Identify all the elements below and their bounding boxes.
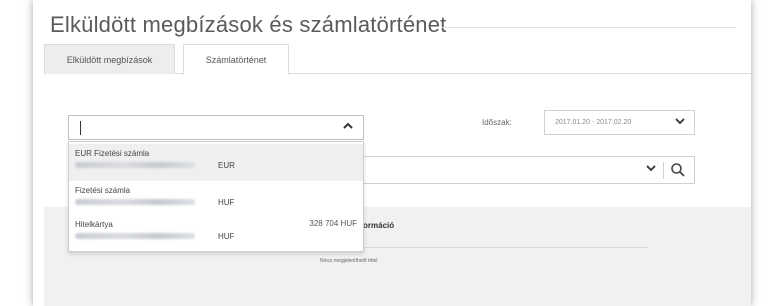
- empty-message: Nincs megjeleníthető tétel: [320, 258, 378, 264]
- option-name: Fizetési számla: [75, 186, 131, 195]
- account-option-eur[interactable]: EUR Fizetési számla EUR: [69, 144, 363, 181]
- tab-bar: Elküldött megbízások Számlatörténet: [44, 44, 751, 75]
- search-icon[interactable]: [670, 162, 686, 178]
- chevron-down-icon[interactable]: [675, 116, 685, 129]
- option-name: Hitelkártya: [75, 220, 113, 229]
- text-caret: [80, 121, 81, 135]
- redacted-account-number: [75, 199, 195, 205]
- option-currency: HUF: [218, 232, 235, 241]
- search-divider: [663, 162, 664, 179]
- account-option-huf[interactable]: Fizetési számla HUF: [69, 181, 363, 218]
- period-value: 2017.01.20 - 2017.02.20: [555, 119, 632, 126]
- option-balance: 328 704 HUF: [309, 219, 357, 228]
- chevron-up-icon[interactable]: [343, 120, 353, 134]
- account-option-credit-card[interactable]: Hitelkártya 328 704 HUF HUF: [69, 215, 363, 252]
- chevron-down-icon[interactable]: [646, 163, 656, 176]
- option-currency: HUF: [218, 198, 235, 207]
- period-select[interactable]: 2017.01.20 - 2017.02.20: [544, 110, 695, 135]
- redacted-account-number: [75, 233, 195, 239]
- option-currency: EUR: [218, 161, 235, 170]
- period-label: Időszak:: [482, 118, 512, 127]
- tab-account-history[interactable]: Számlatörténet: [183, 44, 289, 75]
- account-history-window: Elküldött megbízások és számlatörténet E…: [33, 0, 751, 306]
- info-column-header: ormáció: [363, 221, 395, 230]
- results-divider: [363, 247, 648, 248]
- title-divider: [441, 27, 736, 28]
- option-name: EUR Fizetési számla: [75, 149, 150, 158]
- page-title: Elküldött megbízások és számlatörténet: [50, 12, 447, 37]
- account-select[interactable]: [68, 115, 364, 140]
- account-dropdown-list: EUR Fizetési számla EUR Fizetési számla …: [68, 141, 364, 252]
- filter-search-field[interactable]: [363, 156, 695, 184]
- tab-sent-orders[interactable]: Elküldött megbízások: [44, 44, 175, 74]
- redacted-account-number: [75, 162, 195, 168]
